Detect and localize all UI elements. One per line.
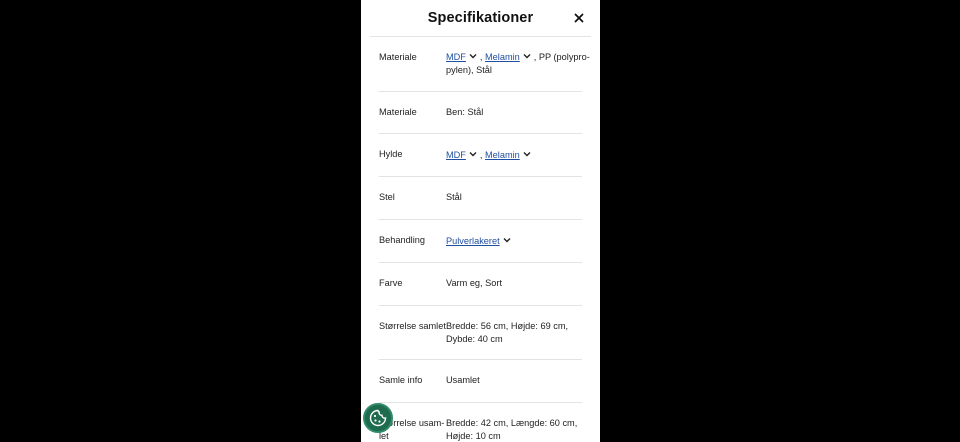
- spec-row-stoerrelse-usamlet: Størrelse usam- let Bredde: 42 cm, Længd…: [379, 403, 582, 442]
- close-icon: [574, 13, 584, 23]
- spec-label: Størrelse samlet: [379, 321, 446, 331]
- spec-value: Bredde: 56 cm, Højde: 69 cm, Dybde: 40 c…: [446, 321, 569, 344]
- spec-label: Materiale: [379, 52, 417, 62]
- spec-row-hylde: Hylde MDF, Melamin: [379, 134, 582, 177]
- spec-label: Farve: [379, 278, 403, 288]
- spec-value: MDF, Melamin: [446, 149, 586, 162]
- specifications-panel: Specifikationer Materiale MDF, Melamin, …: [361, 0, 600, 442]
- spec-row-stel: Stel Stål: [379, 177, 582, 220]
- spec-row-stoerrelse-samlet: Størrelse samlet Bredde: 56 cm, Højde: 6…: [379, 306, 582, 360]
- spec-value: Pulverlakeret: [446, 235, 586, 248]
- spec-link-melamin[interactable]: Melamin: [485, 150, 520, 160]
- chevron-down-icon[interactable]: [523, 53, 531, 59]
- spec-value: Stål: [446, 192, 462, 202]
- close-button[interactable]: [574, 13, 586, 25]
- spec-label: Hylde: [379, 149, 403, 159]
- spec-value: Ben: Stål: [446, 107, 484, 117]
- spec-value: Usamlet: [446, 375, 480, 385]
- spec-row-behandling: Behandling Pulverlakeret: [379, 220, 582, 263]
- spec-label: Stel: [379, 192, 395, 202]
- spec-value: MDF, Melamin, PP (polypro- pylen), Stål: [446, 52, 590, 75]
- spec-label: Samle info: [379, 375, 423, 385]
- spec-value: Bredde: 42 cm, Længde: 60 cm, Højde: 10 …: [446, 418, 578, 441]
- spec-label: Behandling: [379, 235, 425, 245]
- chevron-down-icon[interactable]: [469, 151, 477, 157]
- chevron-down-icon[interactable]: [503, 237, 511, 243]
- spec-label: Materiale: [379, 107, 417, 117]
- cookie-settings-button[interactable]: [363, 403, 393, 433]
- panel-title: Specifikationer: [427, 10, 534, 26]
- panel-header: Specifikationer: [361, 0, 600, 37]
- spec-link-melamin[interactable]: Melamin: [485, 52, 520, 62]
- spec-row-samle-info: Samle info Usamlet: [379, 360, 582, 403]
- spec-list: Materiale MDF, Melamin, PP (polypro- pyl…: [361, 37, 600, 442]
- spec-value: Varm eg, Sort: [446, 278, 502, 288]
- spec-link-mdf[interactable]: MDF: [446, 52, 466, 62]
- spec-row-farve: Farve Varm eg, Sort: [379, 263, 582, 306]
- chevron-down-icon[interactable]: [523, 151, 531, 157]
- spec-row-materiale: Materiale MDF, Melamin, PP (polypro- pyl…: [379, 37, 590, 92]
- chevron-down-icon[interactable]: [469, 53, 477, 59]
- spec-row-materiale-ben: Materiale Ben: Stål: [379, 92, 582, 134]
- cookie-icon: [369, 409, 387, 427]
- spec-link-pulverlakeret[interactable]: Pulverlakeret: [446, 236, 500, 246]
- spec-link-mdf[interactable]: MDF: [446, 150, 466, 160]
